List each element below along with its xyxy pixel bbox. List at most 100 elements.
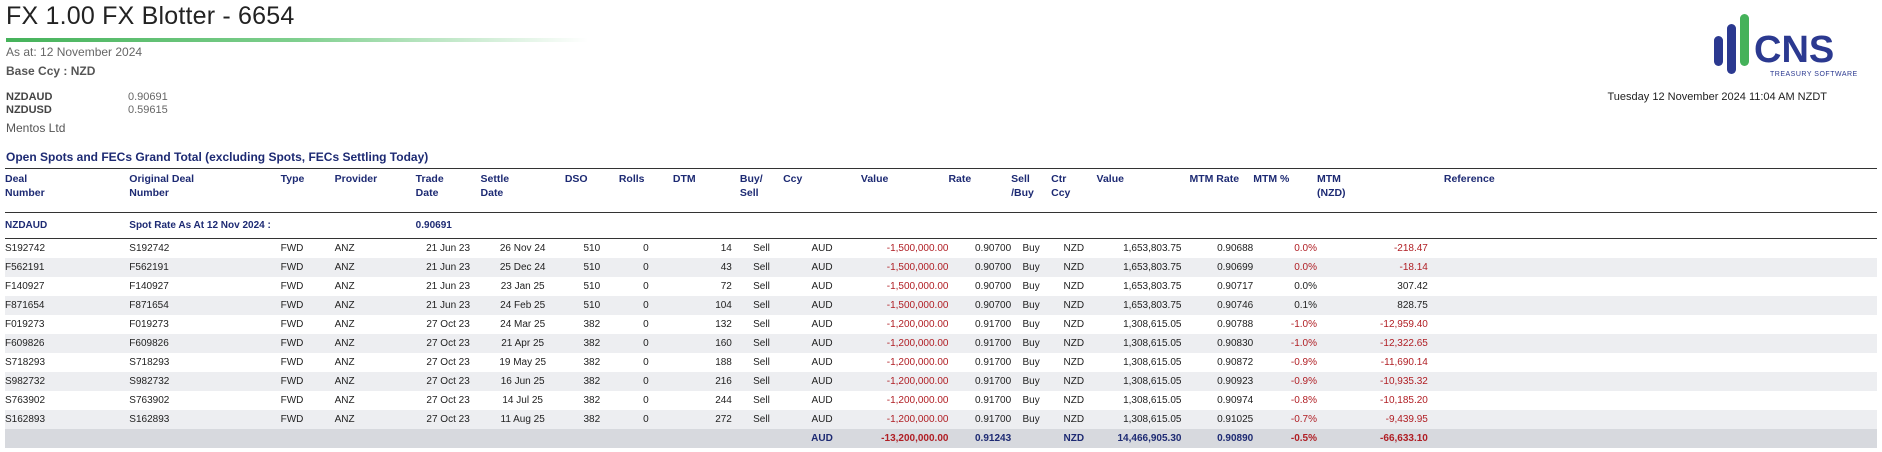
cell-dso: 510	[583, 281, 601, 292]
cell-ctr-ccy: NZD	[1063, 319, 1085, 330]
cell-deal-number: F871654	[5, 300, 45, 311]
col-value[interactable]: Value	[861, 169, 949, 213]
col-deal-number[interactable]: Deal Number	[5, 169, 129, 213]
total-ctr-ccy: NZD	[1063, 433, 1085, 444]
logo-wordmark: CNS	[1754, 29, 1834, 71]
col-rate[interactable]: Rate	[948, 169, 1011, 213]
cell-deal-number: S763902	[5, 395, 46, 406]
cell-ctr-value: 1,308,615.05	[1123, 414, 1182, 425]
cell-ccy: AUD	[811, 243, 833, 254]
col-provider[interactable]: Provider	[335, 169, 416, 213]
cell-rate: 0.91700	[974, 338, 1012, 349]
total-value: -13,200,000.00	[881, 433, 949, 444]
table-row[interactable]: S162893 S162893 FWD ANZ 27 Oct 23 11 Aug 25 38…	[5, 410, 1877, 429]
col-type[interactable]: Type	[281, 169, 335, 213]
col-reference[interactable]: Reference	[1436, 169, 1877, 213]
table-row[interactable]: F140927 F140927 FWD ANZ 21 Jun 23 23 Jan 25 51…	[5, 277, 1877, 296]
cell-rolls: 0	[643, 281, 649, 292]
table-row[interactable]: F562191 F562191 FWD ANZ 21 Jun 23 25 Dec 24 51…	[5, 258, 1877, 277]
cell-dtm: 216	[715, 376, 732, 387]
cell-reference	[1436, 258, 1877, 277]
col-mtm-pct[interactable]: MTM %	[1253, 169, 1317, 213]
cell-settle-date: 23 Jan 25	[500, 281, 545, 292]
cell-type: FWD	[280, 357, 304, 368]
table-row[interactable]: S192742 S192742 FWD ANZ 21 Jun 23 26 Nov 24 51…	[5, 239, 1877, 259]
cell-ccy: AUD	[811, 281, 833, 292]
cell-mtm-rate: 0.90788	[1217, 319, 1254, 330]
table-row[interactable]: S718293 S718293 FWD ANZ 27 Oct 23 19 May 25 38…	[5, 353, 1877, 372]
total-empty-cell	[335, 429, 416, 448]
cell-provider: ANZ	[334, 281, 355, 292]
cell-original-deal-number: S763902	[129, 395, 170, 406]
cell-mtm-rate: 0.90872	[1217, 357, 1254, 368]
cell-original-deal-number: S162893	[129, 414, 170, 425]
total-ctr-value: 14,466,905.30	[1117, 433, 1182, 444]
col-dtm[interactable]: DTM	[673, 169, 740, 213]
cell-sell-buy: Buy	[1022, 281, 1040, 292]
cell-ccy: AUD	[811, 376, 833, 387]
cell-rate: 0.90700	[974, 281, 1012, 292]
col-original-deal-number[interactable]: Original Deal Number	[129, 169, 280, 213]
cell-buy-sell: Sell	[753, 319, 770, 330]
cell-deal-number: S982732	[5, 376, 46, 387]
cell-type: FWD	[280, 414, 304, 425]
cell-rolls: 0	[643, 414, 649, 425]
col-trade-date[interactable]: Trade Date	[416, 169, 481, 213]
cell-sell-buy: Buy	[1022, 395, 1040, 406]
cell-rolls: 0	[643, 357, 649, 368]
col-ctr-ccy[interactable]: Ctr Ccy	[1051, 169, 1096, 213]
table-row[interactable]: F871654 F871654 FWD ANZ 21 Jun 23 24 Feb 25 51…	[5, 296, 1877, 315]
total-empty-cell	[5, 429, 129, 448]
cell-reference	[1436, 372, 1877, 391]
cell-settle-date: 24 Mar 25	[500, 319, 546, 330]
cns-logo: CNS TREASURY SOFTWARE	[1714, 14, 1857, 78]
cell-mtm-nzd: -9,439.95	[1385, 414, 1428, 425]
cell-mtm-rate: 0.90923	[1217, 376, 1254, 387]
cell-trade-date: 21 Jun 23	[426, 243, 471, 254]
blotter-table: Deal Number Original Deal Number Type Prov…	[5, 168, 1877, 448]
cell-mtm-nzd: -10,185.20	[1380, 395, 1428, 406]
cell-mtm-pct: 0.1%	[1294, 300, 1317, 311]
cell-value: -1,200,000.00	[886, 376, 949, 387]
total-empty-cell	[281, 429, 335, 448]
col-ctr-value[interactable]: Value	[1097, 169, 1190, 213]
cell-ccy: AUD	[811, 395, 833, 406]
col-sell-buy[interactable]: Sell/Buy	[1011, 169, 1051, 213]
col-ccy[interactable]: Ccy	[783, 169, 861, 213]
col-mtm-nzd[interactable]: MTM (NZD)	[1317, 169, 1436, 213]
table-row[interactable]: F609826 F609826 FWD ANZ 27 Oct 23 21 Apr 25 38…	[5, 334, 1877, 353]
cell-dtm: 43	[720, 262, 732, 273]
cell-mtm-rate: 0.90746	[1217, 300, 1254, 311]
cell-ctr-ccy: NZD	[1063, 414, 1085, 425]
cell-settle-date: 19 May 25	[499, 357, 547, 368]
cell-sell-buy: Buy	[1022, 319, 1040, 330]
col-rolls[interactable]: Rolls	[619, 169, 673, 213]
cell-ctr-ccy: NZD	[1063, 376, 1085, 387]
cell-type: FWD	[280, 300, 304, 311]
col-settle-date[interactable]: Settle Date	[481, 169, 565, 213]
cell-value: -1,200,000.00	[886, 414, 949, 425]
cell-provider: ANZ	[334, 395, 355, 406]
report-datetime: Tuesday 12 November 2024 11:04 AM NZDT	[1607, 91, 1828, 103]
table-row[interactable]: F019273 F019273 FWD ANZ 27 Oct 23 24 Mar 25 38…	[5, 315, 1877, 334]
col-dso[interactable]: DSO	[565, 169, 619, 213]
table-row[interactable]: S763902 S763902 FWD ANZ 27 Oct 23 14 Jul 25 38…	[5, 391, 1877, 410]
col-mtm-rate[interactable]: MTM Rate	[1189, 169, 1253, 213]
col-buy-sell[interactable]: Buy/Sell	[740, 169, 783, 213]
cell-trade-date: 21 Jun 23	[426, 281, 471, 292]
cell-buy-sell: Sell	[753, 395, 770, 406]
cell-dso: 510	[583, 262, 601, 273]
cell-rate: 0.91700	[974, 357, 1012, 368]
cell-rate: 0.91700	[974, 395, 1012, 406]
cell-sell-buy: Buy	[1022, 300, 1040, 311]
cell-reference	[1436, 410, 1877, 429]
cell-trade-date: 27 Oct 23	[426, 376, 470, 387]
cell-rolls: 0	[643, 300, 649, 311]
cell-trade-date: 21 Jun 23	[426, 262, 471, 273]
cell-dso: 382	[583, 357, 601, 368]
cell-ctr-value: 1,653,803.75	[1123, 262, 1182, 273]
cell-reference	[1436, 296, 1877, 315]
table-row[interactable]: S982732 S982732 FWD ANZ 27 Oct 23 16 Jun 25 38…	[5, 372, 1877, 391]
cell-dso: 382	[583, 376, 601, 387]
rate-pair: NZDAUD	[6, 91, 53, 103]
